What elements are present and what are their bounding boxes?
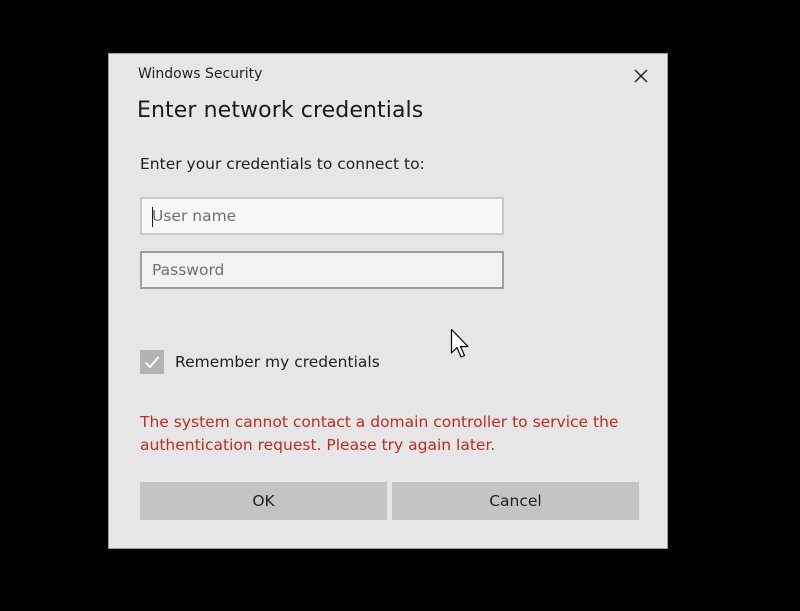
text-caret xyxy=(152,207,153,227)
password-input[interactable] xyxy=(140,251,504,289)
username-input[interactable] xyxy=(140,197,504,235)
connect-prompt: Enter your credentials to connect to: xyxy=(140,155,425,173)
remember-credentials-checkbox[interactable]: Remember my credentials xyxy=(140,350,380,374)
checkbox-box[interactable] xyxy=(140,350,164,374)
mouse-pointer-icon xyxy=(450,328,469,358)
ok-button[interactable]: OK xyxy=(140,482,387,520)
windows-security-dialog: Windows Security Enter network credentia… xyxy=(108,53,668,549)
window-title: Windows Security xyxy=(138,66,263,82)
dialog-heading: Enter network credentials xyxy=(137,98,424,123)
checkmark-icon xyxy=(144,356,160,369)
close-button[interactable] xyxy=(627,62,655,90)
remember-credentials-label: Remember my credentials xyxy=(175,353,380,371)
cancel-button[interactable]: Cancel xyxy=(392,482,639,520)
close-icon xyxy=(634,69,648,83)
error-message: The system cannot contact a domain contr… xyxy=(140,413,619,454)
